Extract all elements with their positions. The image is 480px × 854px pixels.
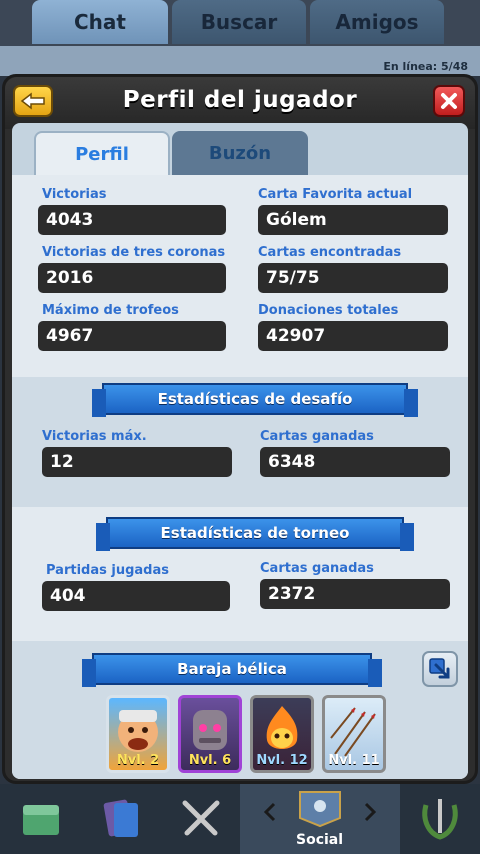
carta-favorita-value: Gólem — [258, 205, 448, 235]
victorias-max-value: 12 — [42, 447, 232, 477]
modal-header: Perfil del jugador — [5, 77, 475, 129]
close-icon — [441, 93, 457, 109]
tournament-cartas-ganadas-label: Cartas ganadas — [260, 561, 374, 576]
victorias-value: 4043 — [38, 205, 226, 235]
social-icon — [299, 791, 341, 828]
page-title: Perfil del jugador — [122, 87, 358, 113]
copy-deck-icon — [429, 658, 450, 679]
deck-card-2[interactable]: Nvl. 6 — [178, 695, 242, 773]
partidas-jugadas-value: 404 — [42, 581, 230, 611]
tab-buscar[interactable]: Buscar — [172, 0, 306, 44]
tournament-cartas-ganadas-value: 2372 — [260, 579, 450, 609]
challenge-cartas-ganadas-label: Cartas ganadas — [260, 429, 374, 444]
tournament-stats-banner: Estadísticas de torneo — [96, 517, 414, 551]
copy-deck-button[interactable] — [422, 651, 458, 687]
nav-shop[interactable] — [0, 784, 82, 854]
tres-coronas-label: Victorias de tres coronas — [42, 245, 226, 260]
donaciones-value: 42907 — [258, 321, 448, 351]
tab-perfil[interactable]: Perfil — [34, 131, 170, 175]
partidas-jugadas-label: Partidas jugadas — [46, 563, 169, 578]
card-level: Nvl. 6 — [188, 753, 232, 768]
card-level: Nvl. 12 — [256, 753, 308, 768]
player-profile-modal: Perfil del jugador Perfil Buzón Victoria… — [2, 74, 478, 784]
deck-card-4[interactable]: Nvl. 11 — [322, 695, 386, 773]
carta-favorita-label: Carta Favorita actual — [258, 187, 413, 202]
war-deck-title: Baraja bélica — [177, 660, 287, 678]
tournament-stats-title: Estadísticas de torneo — [160, 524, 350, 542]
crossed-swords-icon — [182, 800, 220, 836]
card-level: Nvl. 11 — [328, 753, 380, 768]
card-level: Nvl. 2 — [116, 753, 160, 768]
chevron-left-icon — [263, 802, 276, 822]
deck-card-1[interactable]: Nvl. 2 — [106, 695, 170, 773]
cards-icon — [103, 799, 138, 837]
tab-buzon[interactable]: Buzón — [172, 131, 308, 175]
nav-cards[interactable] — [82, 784, 162, 854]
bottom-nav — [0, 784, 480, 854]
tab-chat[interactable]: Chat — [32, 0, 168, 44]
modal-body: Perfil Buzón Victorias 4043 Carta Favori… — [12, 123, 468, 779]
chest-icon — [23, 805, 59, 835]
war-deck-banner: Baraja bélica — [82, 653, 382, 687]
victorias-max-label: Victorias máx. — [42, 429, 147, 444]
nav-social-label: Social — [296, 832, 344, 848]
challenge-stats-title: Estadísticas de desafío — [157, 390, 353, 408]
nav-tournaments[interactable] — [400, 784, 480, 854]
online-count: En línea: 5/48 — [383, 60, 468, 73]
laurel-sword-icon — [422, 799, 458, 840]
cartas-encontradas-value: 75/75 — [258, 263, 448, 293]
max-trofeos-value: 4967 — [38, 321, 226, 351]
cartas-encontradas-label: Cartas encontradas — [258, 245, 402, 260]
top-tab-bar: Chat Buscar Amigos — [0, 0, 480, 46]
nav-battle[interactable] — [162, 784, 240, 854]
max-trofeos-label: Máximo de trofeos — [42, 303, 179, 318]
victorias-label: Victorias — [42, 187, 107, 202]
deck-card-3[interactable]: Nvl. 12 — [250, 695, 314, 773]
challenge-stats-banner: Estadísticas de desafío — [92, 383, 418, 417]
tres-coronas-value: 2016 — [38, 263, 226, 293]
close-button[interactable] — [433, 85, 465, 117]
challenge-cartas-ganadas-value: 6348 — [260, 447, 450, 477]
tab-amigos[interactable]: Amigos — [310, 0, 444, 44]
donaciones-label: Donaciones totales — [258, 303, 399, 318]
chevron-right-icon — [364, 802, 377, 822]
